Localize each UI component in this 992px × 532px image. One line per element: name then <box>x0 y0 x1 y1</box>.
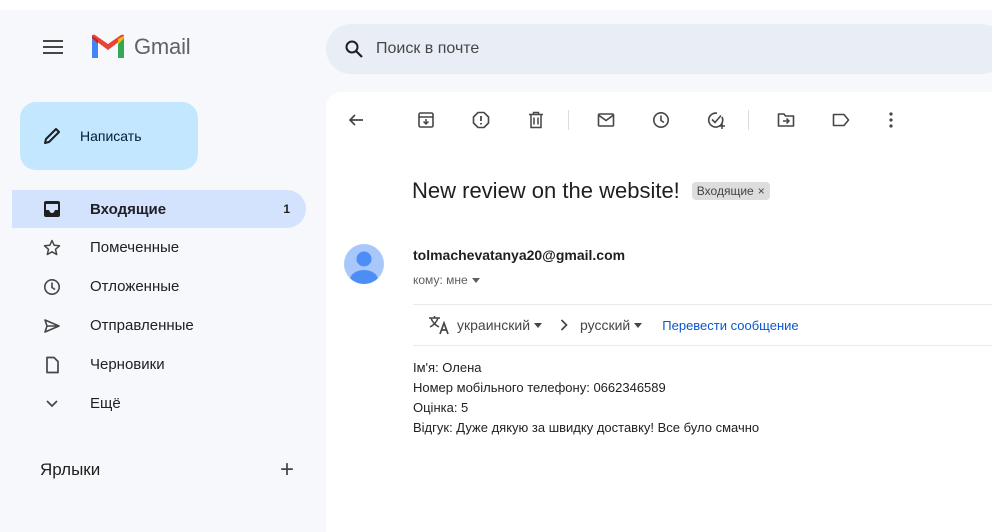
chevron-down-icon <box>534 322 543 328</box>
back-arrow-icon[interactable] <box>344 108 368 132</box>
toolbar-divider <box>748 110 749 130</box>
pencil-icon <box>40 124 64 148</box>
label-chip[interactable]: Входящие × <box>691 182 770 200</box>
sidebar-item-starred[interactable]: Помеченные <box>12 228 306 267</box>
avatar[interactable] <box>344 244 384 284</box>
mark-unread-icon[interactable] <box>594 108 618 132</box>
source-language: украинский <box>457 317 531 333</box>
sidebar-item-label: Отложенные <box>90 278 180 295</box>
body-line: Номер мобільного телефону: 0662346589 <box>413 380 666 395</box>
snooze-icon[interactable] <box>649 108 673 132</box>
more-vert-icon[interactable] <box>879 108 903 132</box>
recipient-label: кому: мне <box>413 273 468 287</box>
sidebar-item-inbox[interactable]: Входящие 1 <box>12 190 306 228</box>
search-icon[interactable] <box>342 37 366 61</box>
inbox-icon <box>40 197 64 221</box>
labels-title: Ярлыки <box>40 460 101 479</box>
target-language-select[interactable]: русский <box>580 317 643 333</box>
app-name: Gmail <box>134 34 191 59</box>
gmail-logo-icon <box>92 34 124 58</box>
message-panel: New review on the website! Входящие × to… <box>326 92 992 532</box>
sidebar-item-label: Помеченные <box>90 239 180 256</box>
sidebar-nav: Входящие 1 Помеченные Отложенные Отправл… <box>12 190 306 423</box>
recipient-details[interactable]: кому: мне <box>413 273 480 287</box>
clock-icon <box>40 275 64 299</box>
translate-bar: украинский русский Перевести сообщение <box>413 304 992 346</box>
main-menu-button[interactable] <box>36 30 70 64</box>
sidebar-item-snoozed[interactable]: Отложенные <box>12 267 306 306</box>
menu-icon <box>43 40 63 54</box>
translate-message-link[interactable]: Перевести сообщение <box>662 318 798 333</box>
label-icon[interactable] <box>829 108 853 132</box>
delete-icon[interactable] <box>524 108 548 132</box>
label-chip-remove[interactable]: × <box>758 184 765 198</box>
message-body: Ім'я: Олена Номер мобільного телефону: 0… <box>413 358 759 438</box>
top-strip <box>0 0 992 10</box>
chevron-down-icon <box>40 392 64 416</box>
draft-icon <box>40 353 64 377</box>
toolbar-divider <box>568 110 569 130</box>
sidebar-item-sent[interactable]: Отправленные <box>12 306 306 345</box>
chevron-right-icon <box>560 319 568 331</box>
target-language: русский <box>580 317 631 333</box>
sender-email[interactable]: tolmachevatanya20@gmail.com <box>413 247 625 263</box>
label-chip-text: Входящие <box>696 184 754 198</box>
translate-icon <box>427 313 451 337</box>
add-task-icon[interactable] <box>704 108 728 132</box>
message-toolbar <box>336 108 896 132</box>
gmail-logo[interactable]: Gmail <box>90 34 191 60</box>
move-to-icon[interactable] <box>774 108 798 132</box>
star-icon <box>40 236 64 260</box>
search-input[interactable] <box>374 39 878 59</box>
compose-label: Написать <box>80 128 142 144</box>
archive-icon[interactable] <box>414 108 438 132</box>
sidebar-item-drafts[interactable]: Черновики <box>12 345 306 384</box>
message-subject: New review on the website! <box>412 178 680 203</box>
body-line: Відгук: Дуже дякую за швидку доставку! В… <box>413 420 760 435</box>
send-icon <box>40 314 64 338</box>
sidebar-item-more[interactable]: Ещё <box>12 384 306 423</box>
unread-count: 1 <box>283 202 290 216</box>
body-line: Ім'я: Олена <box>413 360 482 375</box>
sidebar-item-label: Ещё <box>90 395 121 412</box>
source-language-select[interactable]: украинский <box>457 317 543 333</box>
body-line: Оцінка: 5 <box>413 400 469 415</box>
compose-button[interactable]: Написать <box>20 102 198 170</box>
chevron-down-icon <box>634 322 643 328</box>
sidebar-item-label: Черновики <box>90 356 165 373</box>
report-spam-icon[interactable] <box>469 108 493 132</box>
avatar-icon <box>350 251 378 284</box>
chevron-down-icon <box>471 277 480 283</box>
sidebar-item-label: Отправленные <box>90 317 194 334</box>
labels-section: Ярлыки + <box>40 458 294 482</box>
subject-line: New review on the website! Входящие × <box>412 178 770 204</box>
sidebar-item-label: Входящие <box>90 200 167 218</box>
add-label-button[interactable]: + <box>280 458 294 482</box>
search-bar[interactable] <box>326 24 992 74</box>
